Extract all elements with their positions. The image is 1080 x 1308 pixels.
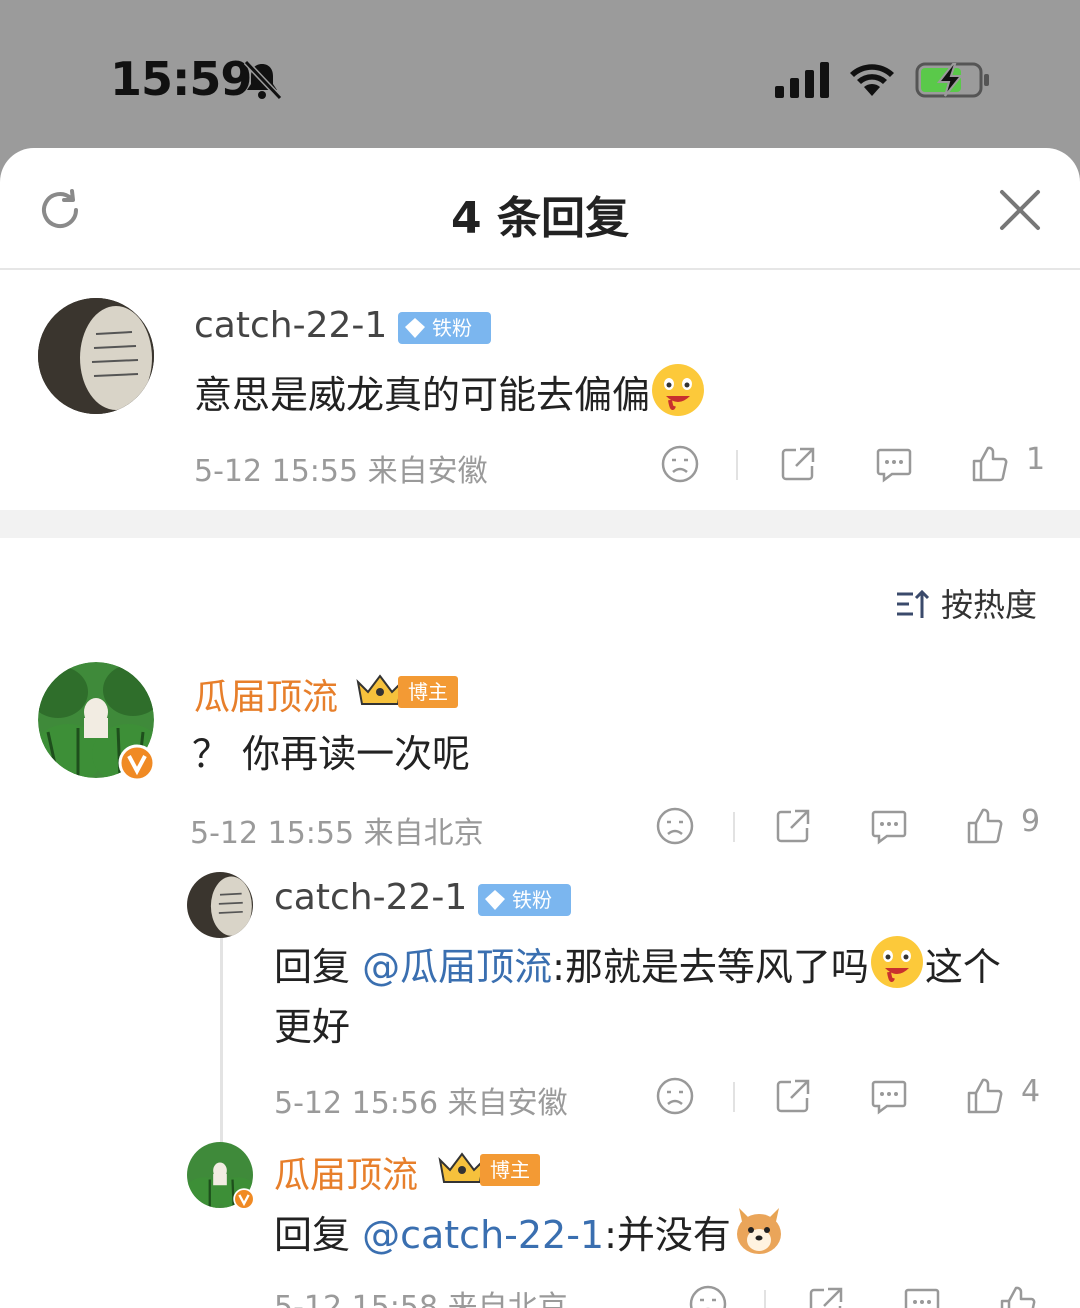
comment-icon[interactable] — [874, 444, 914, 484]
username[interactable]: 瓜届顶流 — [194, 668, 338, 720]
avatar[interactable] — [38, 662, 156, 782]
reply-text: ？ 你再读一次呢 — [192, 732, 471, 776]
like-count: 4 — [1021, 1074, 1041, 1109]
sheet-title: 4 条回复 — [451, 193, 629, 244]
avatar[interactable] — [187, 1142, 255, 1210]
like-count: 1 — [1026, 442, 1046, 477]
reply-body: :并没有 — [604, 1213, 731, 1257]
sort-icon — [897, 589, 930, 618]
comment-icon[interactable] — [869, 806, 909, 846]
reply-prefix: 回复 — [274, 1213, 363, 1257]
divider — [733, 812, 735, 842]
fan-badge[interactable]: 铁粉2 — [478, 884, 571, 944]
close-icon[interactable] — [998, 188, 1042, 232]
comment-meta: 5-12 15:55 来自安徽 — [194, 454, 488, 489]
username[interactable]: 瓜届顶流 — [274, 1146, 418, 1198]
divider — [736, 450, 738, 480]
host-badge-label: 博主 — [480, 1154, 540, 1186]
replies-sheet: 4 条回复 catch-22-1 铁粉2 意思是威龙真的可能去偏偏 5-12 1… — [0, 148, 1080, 1308]
like-icon[interactable] — [965, 1076, 1005, 1116]
avatar-image — [187, 872, 253, 938]
comment-icon[interactable] — [902, 1284, 942, 1308]
fan-badge[interactable]: 铁粉2 — [398, 312, 491, 372]
dislike-face-icon[interactable] — [655, 806, 695, 846]
dislike-face-icon[interactable] — [688, 1284, 728, 1308]
bell-muted-icon — [243, 59, 283, 101]
wifi-icon — [850, 64, 894, 96]
reply-body: :那就是去等风了吗 — [552, 945, 869, 989]
share-icon[interactable] — [806, 1284, 846, 1308]
comment-text: 意思是威龙真的可能去偏偏 — [194, 362, 706, 425]
sheet-header: 4 条回复 — [0, 148, 1080, 270]
host-badge-label: 博主 — [398, 676, 458, 708]
reply-meta: 5-12 15:56 来自安徽 — [274, 1086, 568, 1121]
status-time: 15:59 — [110, 52, 252, 106]
divider — [764, 1290, 766, 1308]
share-icon[interactable] — [773, 806, 813, 846]
diamond-icon — [485, 890, 505, 910]
reply-actions: 4 — [655, 1074, 1050, 1120]
username[interactable]: catch-22-1 — [274, 877, 467, 918]
like-icon[interactable] — [998, 1284, 1038, 1308]
reply-meta: 5-12 15:58 来自北京 — [274, 1290, 568, 1308]
avatar-image — [38, 298, 154, 414]
thread-line — [220, 938, 223, 1148]
reply-meta: 5-12 15:55 来自北京 — [190, 816, 484, 851]
verified-v-icon — [118, 744, 156, 782]
avatar[interactable] — [38, 298, 154, 414]
status-bar: 15:59 — [0, 0, 1080, 150]
share-icon[interactable] — [778, 444, 818, 484]
dislike-face-icon[interactable] — [660, 444, 700, 484]
drooling-emoji-icon — [652, 364, 705, 416]
diamond-icon — [405, 318, 425, 338]
drooling-emoji-icon — [870, 936, 923, 988]
dog-emoji-icon — [736, 1208, 781, 1254]
mention-link[interactable]: @catch-22-1 — [362, 1213, 604, 1257]
reply-actions: 9 — [655, 804, 1050, 850]
comment-icon[interactable] — [869, 1076, 909, 1116]
avatar[interactable] — [187, 872, 253, 938]
host-badge[interactable]: 博主 — [436, 1152, 540, 1186]
verified-v-icon — [233, 1188, 255, 1210]
host-badge[interactable]: 博主 — [354, 674, 458, 708]
divider — [733, 1082, 735, 1112]
reply-text: 回复 @瓜届顶流:那就是去等风了吗 这个更好 — [274, 934, 1034, 1057]
cellular-signal-icon — [775, 62, 829, 98]
comment-body: 意思是威龙真的可能去偏偏 — [194, 373, 651, 417]
reply-prefix: 回复 — [274, 945, 363, 989]
reply-text: 回复 @catch-22-1:并没有 — [274, 1202, 787, 1265]
like-icon[interactable] — [970, 444, 1010, 484]
section-divider — [0, 510, 1080, 538]
sort-toggle[interactable]: 按热度 — [895, 580, 1037, 626]
username[interactable]: catch-22-1 — [194, 305, 387, 346]
sort-label: 按热度 — [941, 586, 1038, 624]
comment-actions: 1 — [660, 442, 1050, 488]
share-icon[interactable] — [773, 1076, 813, 1116]
battery-charging-icon — [915, 62, 989, 98]
reply-actions — [688, 1284, 1048, 1308]
like-icon[interactable] — [965, 806, 1005, 846]
dislike-face-icon[interactable] — [655, 1076, 695, 1116]
mention-link[interactable]: @瓜届顶流 — [362, 945, 552, 989]
like-count: 9 — [1021, 804, 1041, 839]
